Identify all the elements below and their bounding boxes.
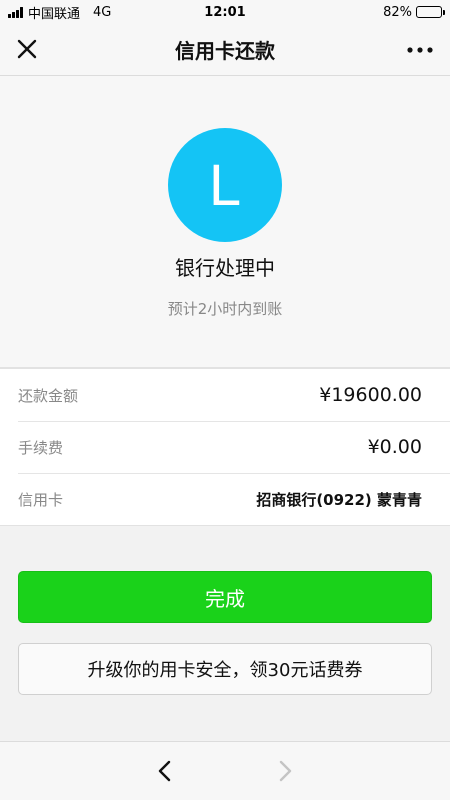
battery-percent: 82%: [383, 4, 412, 20]
network-type: 4G: [93, 4, 112, 20]
nav-bar: 信用卡还款: [0, 24, 450, 76]
avatar: L: [168, 128, 282, 242]
detail-value: 招商银行(0922) 蒙青青: [256, 490, 422, 509]
signal-icon: [8, 6, 23, 18]
upgrade-security-button[interactable]: 升级你的用卡安全，领30元话费券: [18, 643, 432, 695]
page-title: 信用卡还款: [175, 39, 275, 63]
chevron-left-icon[interactable]: [151, 757, 179, 785]
status-right: 82%: [383, 4, 445, 20]
detail-label: 信用卡: [18, 490, 64, 509]
done-button[interactable]: 完成: [18, 571, 432, 623]
detail-label: 还款金额: [18, 386, 79, 405]
status-title: 银行处理中: [175, 256, 275, 280]
payment-details: 还款金额 ¥19600.00 手续费 ¥0.00 信用卡 招商银行(0922) …: [0, 368, 450, 526]
more-icon[interactable]: [404, 36, 436, 64]
detail-row-fee: 手续费 ¥0.00: [0, 421, 450, 473]
status-left: 中国联通 4G: [8, 3, 111, 22]
status-bar: 中国联通 4G 12:01 82%: [0, 0, 450, 24]
detail-value: ¥19600.00: [319, 384, 422, 406]
detail-row-amount: 还款金额 ¥19600.00: [0, 369, 450, 421]
bottom-toolbar: [0, 741, 450, 800]
detail-label: 手续费: [18, 438, 64, 457]
status-subtitle: 预计2小时内到账: [167, 300, 283, 318]
chevron-right-icon[interactable]: [271, 757, 299, 785]
detail-value: ¥0.00: [367, 436, 422, 458]
carrier-name: 中国联通: [28, 6, 81, 22]
battery-icon: [416, 6, 445, 18]
detail-row-card: 信用卡 招商银行(0922) 蒙青青: [0, 473, 450, 525]
processing-status: L 银行处理中 预计2小时内到账: [0, 76, 450, 368]
close-icon[interactable]: [14, 36, 42, 64]
